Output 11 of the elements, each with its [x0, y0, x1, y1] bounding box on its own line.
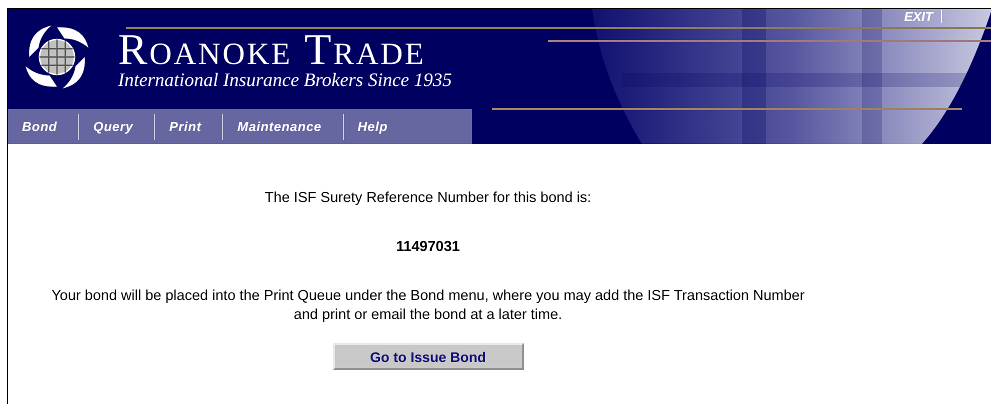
intro-text: The ISF Surety Reference Number for this bond is:: [264, 190, 592, 206]
go-to-issue-bond-button[interactable]: Go to Issue Bond: [332, 343, 524, 370]
reference-number: 11497031: [395, 239, 461, 255]
tagline: International Insurance Brokers Since 1935: [118, 70, 452, 92]
nav-menu-item[interactable]: Bond: [8, 119, 78, 134]
nav-menu-item[interactable]: Help: [344, 119, 409, 134]
nav-menu-item[interactable]: Query: [79, 119, 154, 134]
nav-menu-item[interactable]: Print: [155, 119, 222, 134]
message-text: Your bond will be placed into the Print Queue under the Bond menu, where you may add the ISF Transaction Number and print or email the bond at a later time.: [50, 287, 806, 325]
brand-name: Roanoke Trade: [118, 30, 426, 70]
nav-menu-item[interactable]: Maintenance: [223, 119, 343, 134]
